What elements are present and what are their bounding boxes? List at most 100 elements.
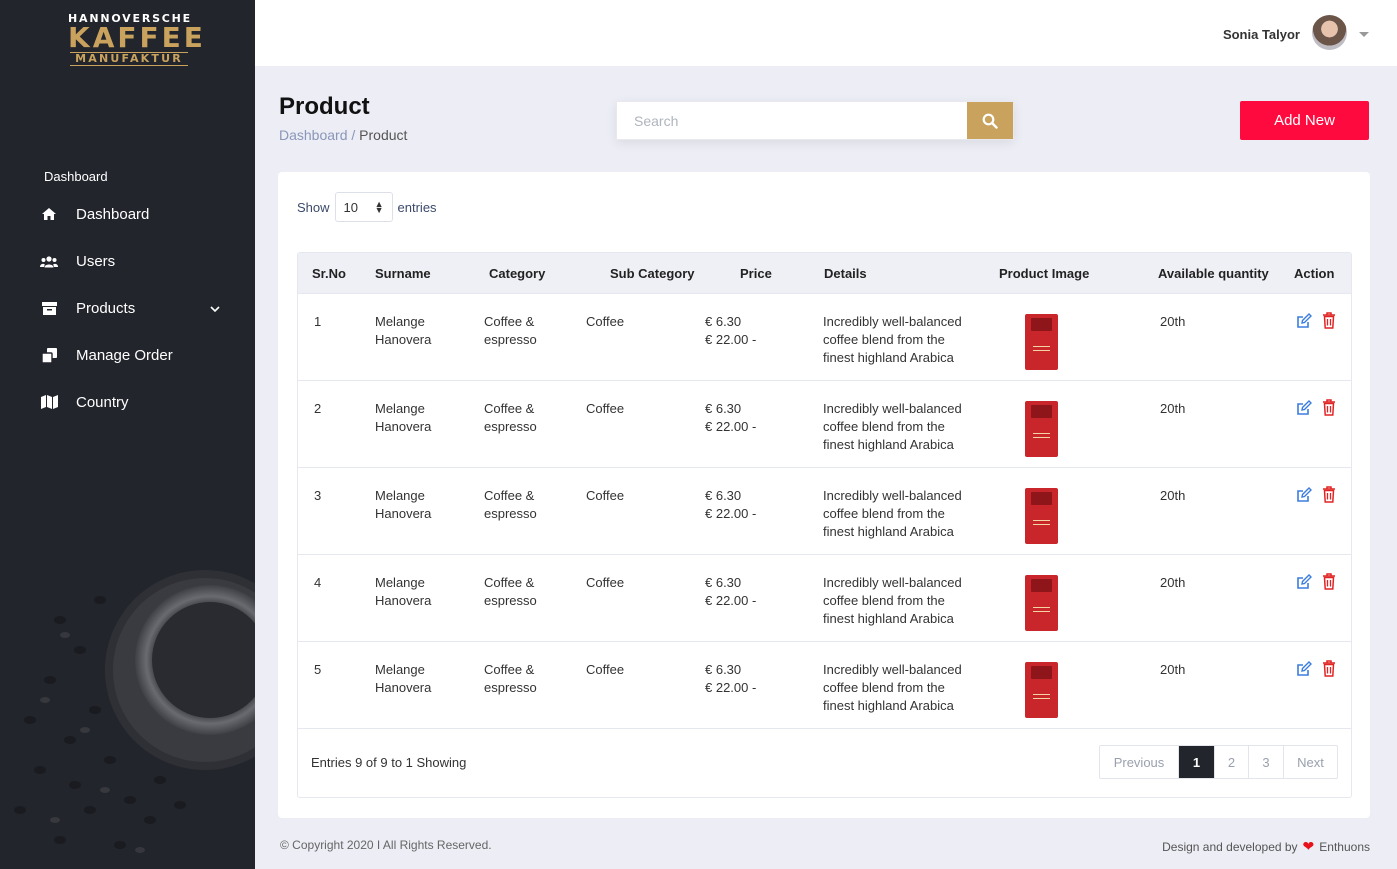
sidebar-item-label: Country (76, 393, 129, 411)
details-line: Incredibly well-balanced (823, 662, 962, 677)
product-image (1025, 314, 1058, 370)
search-button[interactable] (967, 102, 1013, 139)
product-image (1025, 662, 1058, 718)
cell-category: Coffee & espresso (484, 574, 537, 610)
add-new-button[interactable]: Add New (1240, 101, 1369, 140)
cell-surname: Melange Hanovera (375, 487, 431, 523)
show-label: Show (297, 199, 330, 215)
category-line: Coffee & (484, 314, 535, 329)
header-sr-no[interactable]: Sr.No (312, 266, 346, 281)
category-line: Coffee & (484, 488, 535, 503)
sidebar-item-country[interactable]: Country (40, 387, 230, 417)
pagination-previous[interactable]: Previous (1100, 746, 1178, 778)
surname-line: Hanovera (375, 332, 432, 347)
breadcrumb-dashboard-link[interactable]: Dashboard (279, 127, 348, 143)
details-line: coffee blend from the (823, 593, 945, 608)
header-category[interactable]: Category (489, 266, 545, 281)
header-details[interactable]: Details (824, 266, 867, 281)
price-line: € 6.30 (705, 314, 742, 329)
page-title: Product (279, 93, 370, 120)
cell-category: Coffee & espresso (484, 400, 537, 436)
cell-sub-category: Coffee (586, 488, 625, 503)
cell-details: Incredibly well-balanced coffee blend fro… (823, 574, 962, 628)
price-line: € 6.30 (705, 662, 742, 677)
details-line: Incredibly well-balanced (823, 575, 962, 590)
cell-available-quantity: 20th (1160, 314, 1186, 329)
cell-price: € 6.30 € 22.00 - (705, 400, 756, 436)
sort-icon: ▲ ▼ (374, 199, 384, 215)
edit-icon[interactable] (1296, 313, 1312, 329)
trash-icon[interactable] (1322, 573, 1336, 590)
breadcrumb: Dashboard / Product (279, 127, 407, 143)
cell-sr-no: 2 (314, 401, 322, 416)
surname-line: Melange (375, 401, 425, 416)
header-action[interactable]: Action (1294, 266, 1334, 281)
product-image (1025, 575, 1058, 631)
pagination: Previous 1 2 3 Next (1099, 745, 1338, 779)
edit-icon[interactable] (1296, 661, 1312, 677)
details-line: coffee blend from the (823, 332, 945, 347)
surname-line: Melange (375, 314, 425, 329)
chevron-down-icon[interactable] (210, 300, 220, 317)
edit-icon[interactable] (1296, 487, 1312, 503)
price-line: € 6.30 (705, 488, 742, 503)
edit-icon[interactable] (1296, 574, 1312, 590)
table-row: 2 Melange Hanovera Coffee & espresso Coffe… (298, 380, 1351, 467)
category-line: espresso (484, 332, 537, 347)
surname-line: Hanovera (375, 680, 432, 695)
brand-logo[interactable]: HANNOVERSCHE KAFFEE MANUFAKTUR (68, 12, 203, 66)
avatar[interactable] (1312, 15, 1347, 50)
sidebar-item-label: Users (76, 252, 116, 270)
price-line: € 6.30 (705, 575, 742, 590)
cell-available-quantity: 20th (1160, 662, 1186, 677)
trash-icon[interactable] (1322, 312, 1336, 329)
table-info: Entries 9 of 9 to 1 Showing (311, 755, 467, 770)
trash-icon[interactable] (1322, 399, 1336, 416)
trash-icon[interactable] (1322, 486, 1336, 503)
credit-name[interactable]: Enthuons (1319, 840, 1370, 854)
breadcrumb-separator: / (347, 127, 360, 143)
archive-icon (40, 299, 58, 317)
cell-surname: Melange Hanovera (375, 574, 431, 610)
header-product-image[interactable]: Product Image (999, 266, 1089, 281)
topbar: Sonia Talyor (255, 0, 1397, 66)
pagination-page-2[interactable]: 2 (1214, 746, 1248, 778)
header-sub-category[interactable]: Sub Category (610, 266, 695, 281)
header-surname[interactable]: Surname (375, 266, 431, 281)
pagination-next[interactable]: Next (1283, 746, 1337, 778)
heart-icon: ❤ (1302, 838, 1315, 854)
category-line: Coffee & (484, 575, 535, 590)
cell-sr-no: 3 (314, 488, 322, 503)
cell-surname: Melange Hanovera (375, 661, 431, 697)
pagination-page-1[interactable]: 1 (1178, 746, 1214, 778)
sidebar: HANNOVERSCHE KAFFEE MANUFAKTUR Dashboard… (0, 0, 255, 869)
table-row: 1 Melange Hanovera Coffee & espresso Coffe… (298, 293, 1351, 380)
price-line: € 22.00 - (705, 419, 757, 434)
category-line: Coffee & (484, 401, 535, 416)
edit-icon[interactable] (1296, 400, 1312, 416)
sidebar-item-dashboard[interactable]: Dashboard (40, 199, 230, 229)
products-card: Show 10 ▲ ▼ entries Sr.No Surname Categor… (278, 172, 1370, 818)
cell-price: € 6.30 € 22.00 - (705, 574, 756, 610)
sidebar-item-label: Products (76, 299, 136, 317)
search-input[interactable] (617, 102, 969, 139)
sidebar-item-users[interactable]: Users (40, 246, 230, 276)
details-line: Incredibly well-balanced (823, 401, 962, 416)
sidebar-item-products[interactable]: Products (40, 293, 230, 323)
details-line: Incredibly well-balanced (823, 488, 962, 503)
pagination-page-3[interactable]: 3 (1248, 746, 1283, 778)
trash-icon[interactable] (1322, 660, 1336, 677)
entries-length: Show 10 ▲ ▼ entries (297, 192, 437, 222)
user-name[interactable]: Sonia Talyor (1223, 27, 1300, 42)
users-icon (40, 252, 58, 270)
header-price[interactable]: Price (740, 266, 772, 281)
caret-down-icon[interactable] (1359, 32, 1369, 37)
price-line: € 6.30 (705, 401, 742, 416)
price-line: € 22.00 - (705, 506, 757, 521)
header-available-quantity[interactable]: Available quantity (1158, 266, 1269, 281)
details-line: coffee blend from the (823, 680, 945, 695)
sidebar-item-manage-order[interactable]: Manage Order (40, 340, 230, 370)
details-line: finest highland Arabica (823, 350, 954, 365)
category-line: espresso (484, 680, 537, 695)
entries-select[interactable]: 10 ▲ ▼ (334, 192, 393, 222)
